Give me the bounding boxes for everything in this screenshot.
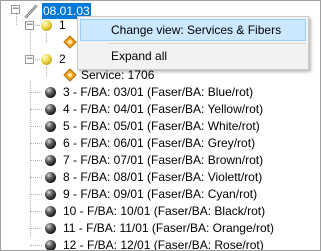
menu-item-expand-all[interactable]: Expand all [80,45,306,67]
fiber-label: 12 - F/BA: 12/01 (Faser/BA: Rose/rot) [63,238,264,251]
menu-separator [108,43,306,44]
fiber-label: 7 - F/BA: 07/01 (Faser/BA: Brown/rot) [63,153,264,167]
tree-line [30,126,42,127]
tree-node[interactable]: 1 [41,16,67,34]
fiber-item[interactable]: 5 - F/BA: 05/01 (Faser/BA: White/rot) [45,117,261,135]
tree-line [30,160,42,161]
black-ball-icon [45,103,56,115]
tree-line [30,177,42,178]
black-ball-icon [45,222,56,234]
tree-line [30,81,31,237]
service-icon [63,68,77,82]
tree-node-label: 2 [59,52,66,66]
fiber-item[interactable]: 10 - F/BA: 10/01 (Faser/BA: Black/rot) [45,202,266,220]
fiber-label: 5 - F/BA: 05/01 (Faser/BA: White/rot) [63,119,260,133]
collapse-toggle[interactable]: − [25,55,34,64]
black-ball-icon [45,239,56,250]
black-ball-icon [45,86,56,98]
fiber-item[interactable]: 7 - F/BA: 07/01 (Faser/BA: Brown/rot) [45,151,264,169]
fiber-item[interactable]: 3 - F/BA: 03/01 (Faser/BA: Blue/rot) [45,83,254,101]
black-ball-icon [45,171,56,183]
fiber-item[interactable]: 12 - F/BA: 12/01 (Faser/BA: Rose/rot) [45,236,265,251]
yellow-ball-icon [41,19,52,31]
tree-node-label: 1 [59,18,66,32]
tree-line [16,13,17,25]
fiber-label: 8 - F/BA: 08/01 (Faser/BA: Violett/rot) [63,170,263,184]
tree-line [30,143,42,144]
yellow-ball-icon [41,53,52,65]
tree-line [30,92,42,93]
menu-item-change-view[interactable]: Change view: Services & Fibers [80,19,306,41]
pencil-icon [24,4,38,19]
fiber-label: 10 - F/BA: 10/01 (Faser/BA: Black/rot) [63,204,266,218]
black-ball-icon [45,205,56,217]
black-ball-icon [45,188,56,200]
fiber-label: 9 - F/BA: 09/01 (Faser/BA: Cyan/rot) [63,187,258,201]
collapse-toggle[interactable]: − [25,21,34,30]
fiber-item[interactable]: 4 - F/BA: 04/01 (Faser/BA: Yellow/rot) [45,100,264,118]
tree-line [30,228,42,229]
tree-line [30,211,42,212]
fiber-item[interactable]: 11 - F/BA: 11/01 (Faser/BA: Orange/rot) [45,219,275,237]
black-ball-icon [45,137,56,149]
fiber-label: 6 - F/BA: 06/01 (Faser/BA: Grey/rot) [63,136,256,150]
tree-line [30,194,42,195]
tree-line [30,245,42,246]
context-menu: Change view: Services & Fibers Expand al… [77,16,309,70]
fiber-item[interactable]: 9 - F/BA: 09/01 (Faser/BA: Cyan/rot) [45,185,258,203]
black-ball-icon [45,154,56,166]
tree-line [46,67,47,75]
fiber-item[interactable]: 8 - F/BA: 08/01 (Faser/BA: Violett/rot) [45,168,263,186]
service-icon [63,35,77,49]
fiber-label: 11 - F/BA: 11/01 (Faser/BA: Orange/rot) [63,221,274,235]
black-ball-icon [45,120,56,132]
fiber-label: 3 - F/BA: 03/01 (Faser/BA: Blue/rot) [63,85,254,99]
fiber-label: 4 - F/BA: 04/01 (Faser/BA: Yellow/rot) [63,102,264,116]
tree-line [30,109,42,110]
tree-line [46,33,47,43]
tree-view[interactable]: − 08.01.03 − 1 − 2 Service: 1706 3 - F/B… [0,0,321,251]
collapse-toggle[interactable]: − [11,5,20,14]
fiber-item[interactable]: 6 - F/BA: 06/01 (Faser/BA: Grey/rot) [45,134,256,152]
